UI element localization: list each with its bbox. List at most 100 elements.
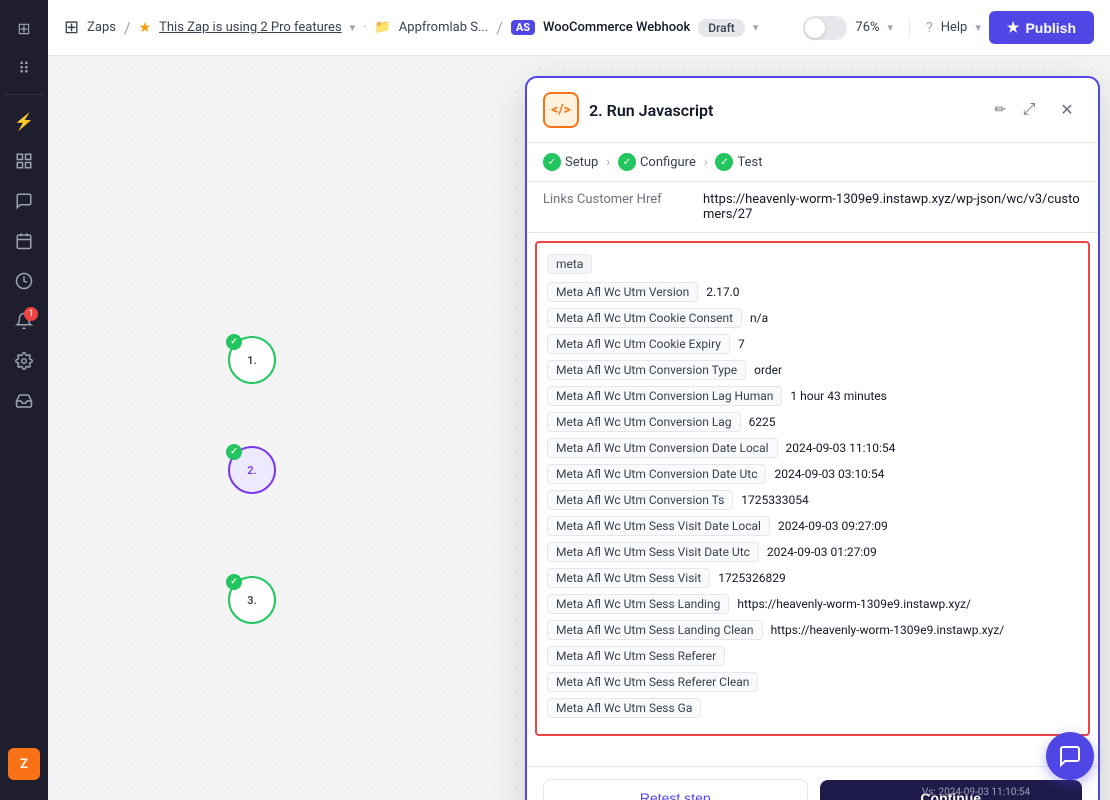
panel-js-icon: </> — [543, 92, 579, 128]
meta-value: order — [750, 363, 786, 377]
meta-value: n/a — [746, 311, 772, 325]
meta-value: 7 — [734, 337, 749, 351]
calendar-icon[interactable] — [6, 223, 42, 259]
topbar-help[interactable]: Help — [941, 20, 968, 35]
panel-content[interactable]: Links Customer Href https://heavenly-wor… — [527, 182, 1098, 766]
meta-value: 2024-09-03 11:10:54 — [782, 441, 900, 455]
meta-row: Meta Afl Wc Utm Conversion Date Local202… — [547, 438, 1078, 458]
chat-icon[interactable] — [6, 183, 42, 219]
setup-check-icon: ✓ — [543, 153, 561, 171]
meta-value: 1725333054 — [737, 493, 812, 507]
meta-tag: meta — [547, 253, 1078, 282]
home-icon[interactable]: ⊞ — [6, 10, 42, 46]
meta-value: 1 hour 43 minutes — [786, 389, 890, 403]
meta-row: Meta Afl Wc Utm Cookie Consent n/a — [547, 308, 1078, 328]
meta-key: Meta Afl Wc Utm Sess Landing — [547, 594, 729, 614]
expand-button[interactable]: ⤢ — [1014, 95, 1044, 125]
meta-row: Meta Afl Wc Utm Sess Referer — [547, 646, 1078, 666]
avatar[interactable]: Z — [8, 748, 40, 780]
chat-bubble[interactable] — [1046, 732, 1094, 780]
meta-key: Meta Afl Wc Utm Cookie Consent — [547, 308, 742, 328]
meta-row: Meta Afl Wc Utm Conversion Lag6225 — [547, 412, 1078, 432]
tab-configure[interactable]: ✓ Configure — [618, 153, 696, 171]
step1-label: 1. — [247, 354, 256, 367]
zoom-level[interactable]: 76% — [855, 20, 879, 35]
topbar: ⊞ Zaps / ★ This Zap is using 2 Pro featu… — [48, 0, 1110, 56]
retest-button[interactable]: Retest step — [543, 779, 808, 800]
topbar-home-icon[interactable]: ⊞ — [64, 17, 79, 38]
meta-key: Meta Afl Wc Utm Cookie Expiry — [547, 334, 730, 354]
bell-icon[interactable]: 1 — [6, 303, 42, 339]
tab-setup[interactable]: ✓ Setup — [543, 153, 598, 171]
meta-row: Meta Afl Wc Utm Sess Landing Clean https:… — [547, 620, 1078, 640]
meta-key: Meta Afl Wc Utm Sess Visit Date Utc — [547, 542, 759, 562]
meta-row: Meta Afl Wc Utm Sess Landing https://heav… — [547, 594, 1078, 614]
sidebar: ⊞ ⠿ ⚡ 1 Z — [0, 0, 48, 800]
meta-value: 2024-09-03 09:27:09 — [774, 519, 892, 533]
close-button[interactable]: ✕ — [1052, 95, 1082, 125]
meta-value: https://heavenly-worm-1309e9.instawp.xyz… — [733, 597, 975, 611]
zap-nav-icon[interactable]: ⚡ — [6, 103, 42, 139]
apps-icon[interactable] — [6, 143, 42, 179]
meta-key: Meta Afl Wc Utm Conversion Ts — [547, 490, 733, 510]
panel-header-actions: ✏ ⤢ ✕ — [994, 95, 1082, 125]
links-customer-value: https://heavenly-worm-1309e9.instawp.xyz… — [703, 192, 1082, 222]
meta-value: https://heavenly-worm-1309e9.instawp.xyz… — [767, 623, 1009, 637]
run-javascript-panel: </> 2. Run Javascript ✏ ⤢ ✕ ✓ Setup › ✓ — [525, 76, 1100, 800]
enable-toggle[interactable] — [803, 16, 847, 40]
meta-row: Meta Afl Wc Utm Conversion Lag Human 1 ho… — [547, 386, 1078, 406]
meta-row: Meta Afl Wc Utm Version2.17.0 — [547, 282, 1078, 302]
meta-rows-container: Meta Afl Wc Utm Version2.17.0 Meta Afl Wc… — [547, 282, 1078, 718]
help-chevron-icon[interactable]: ▾ — [975, 21, 981, 34]
meta-row: Meta Afl Wc Utm Sess Visit Date Local 202… — [547, 516, 1078, 536]
tab-test[interactable]: ✓ Test — [715, 153, 762, 171]
topbar-chevron-zap-icon[interactable]: ▾ — [753, 21, 759, 34]
meta-row: Meta Afl Wc Utm Sess Visit Date Utc 2024-… — [547, 542, 1078, 562]
edit-title-icon[interactable]: ✏ — [994, 102, 1006, 118]
topbar-sep1: / — [124, 18, 131, 37]
topbar-sep4 — [909, 18, 910, 38]
meta-value: 2024-09-03 03:10:54 — [770, 467, 888, 481]
step2-check-icon: ✓ — [226, 444, 242, 460]
meta-row: Meta Afl Wc Utm Sess Visit 1725326829 — [547, 568, 1078, 588]
clock-icon[interactable] — [6, 263, 42, 299]
step-node-3[interactable]: ✓ 3. — [228, 576, 276, 624]
topbar-pro-features[interactable]: This Zap is using 2 Pro features — [159, 20, 342, 35]
meta-key: Meta Afl Wc Utm Sess Visit — [547, 568, 710, 588]
timestamp: Vs: 2024-09-03 11:10:54 — [922, 787, 1030, 798]
links-customer-row: Links Customer Href https://heavenly-wor… — [527, 182, 1098, 233]
panel-header: </> 2. Run Javascript ✏ ⤢ ✕ — [527, 78, 1098, 143]
meta-row: Meta Afl Wc Utm Conversion Type order — [547, 360, 1078, 380]
panel-title: 2. Run Javascript — [589, 101, 984, 120]
star-publish-icon: ★ — [1007, 19, 1020, 36]
zoom-chevron-icon[interactable]: ▾ — [888, 21, 894, 34]
meta-key: Meta Afl Wc Utm Conversion Type — [547, 360, 746, 380]
main-area: ⊞ Zaps / ★ This Zap is using 2 Pro featu… — [48, 0, 1110, 800]
topbar-initials-badge: AS — [511, 20, 535, 35]
canvas: ✓ 1. ✓ 2. ✓ 3. </> 2. Run Javascript ✏ ⤢… — [48, 56, 1110, 800]
help-icon: ? — [926, 20, 933, 36]
topbar-workspace[interactable]: Appfromlab S... — [399, 20, 488, 35]
toggle-knob — [805, 18, 825, 38]
settings-icon[interactable] — [6, 343, 42, 379]
grid-icon[interactable]: ⠿ — [6, 50, 42, 86]
meta-key: Meta Afl Wc Utm Sess Visit Date Local — [547, 516, 770, 536]
layers-icon[interactable] — [6, 383, 42, 419]
meta-key: Meta Afl Wc Utm Sess Landing Clean — [547, 620, 763, 640]
publish-button[interactable]: ★ Publish — [989, 11, 1094, 44]
meta-value: 1725326829 — [714, 571, 789, 585]
step3-check-icon: ✓ — [226, 574, 242, 590]
meta-key: Meta Afl Wc Utm Conversion Lag Human — [547, 386, 782, 406]
step-node-2[interactable]: ✓ 2. — [228, 446, 276, 494]
meta-value: 2024-09-03 01:27:09 — [763, 545, 881, 559]
step-node-1[interactable]: ✓ 1. — [228, 336, 276, 384]
step1-check-icon: ✓ — [226, 334, 242, 350]
meta-key: Meta Afl Wc Utm Conversion Date Utc — [547, 464, 766, 484]
links-customer-label: Links Customer Href — [543, 192, 703, 207]
meta-row: Meta Afl Wc Utm Sess Ga — [547, 698, 1078, 718]
topbar-zapname[interactable]: WooCommerce Webhook — [543, 20, 690, 35]
topbar-zap-label[interactable]: Zaps — [87, 20, 116, 35]
topbar-chevron-icon[interactable]: ▾ — [350, 21, 356, 34]
topbar-status-draft: Draft — [698, 19, 745, 37]
configure-check-icon: ✓ — [618, 153, 636, 171]
